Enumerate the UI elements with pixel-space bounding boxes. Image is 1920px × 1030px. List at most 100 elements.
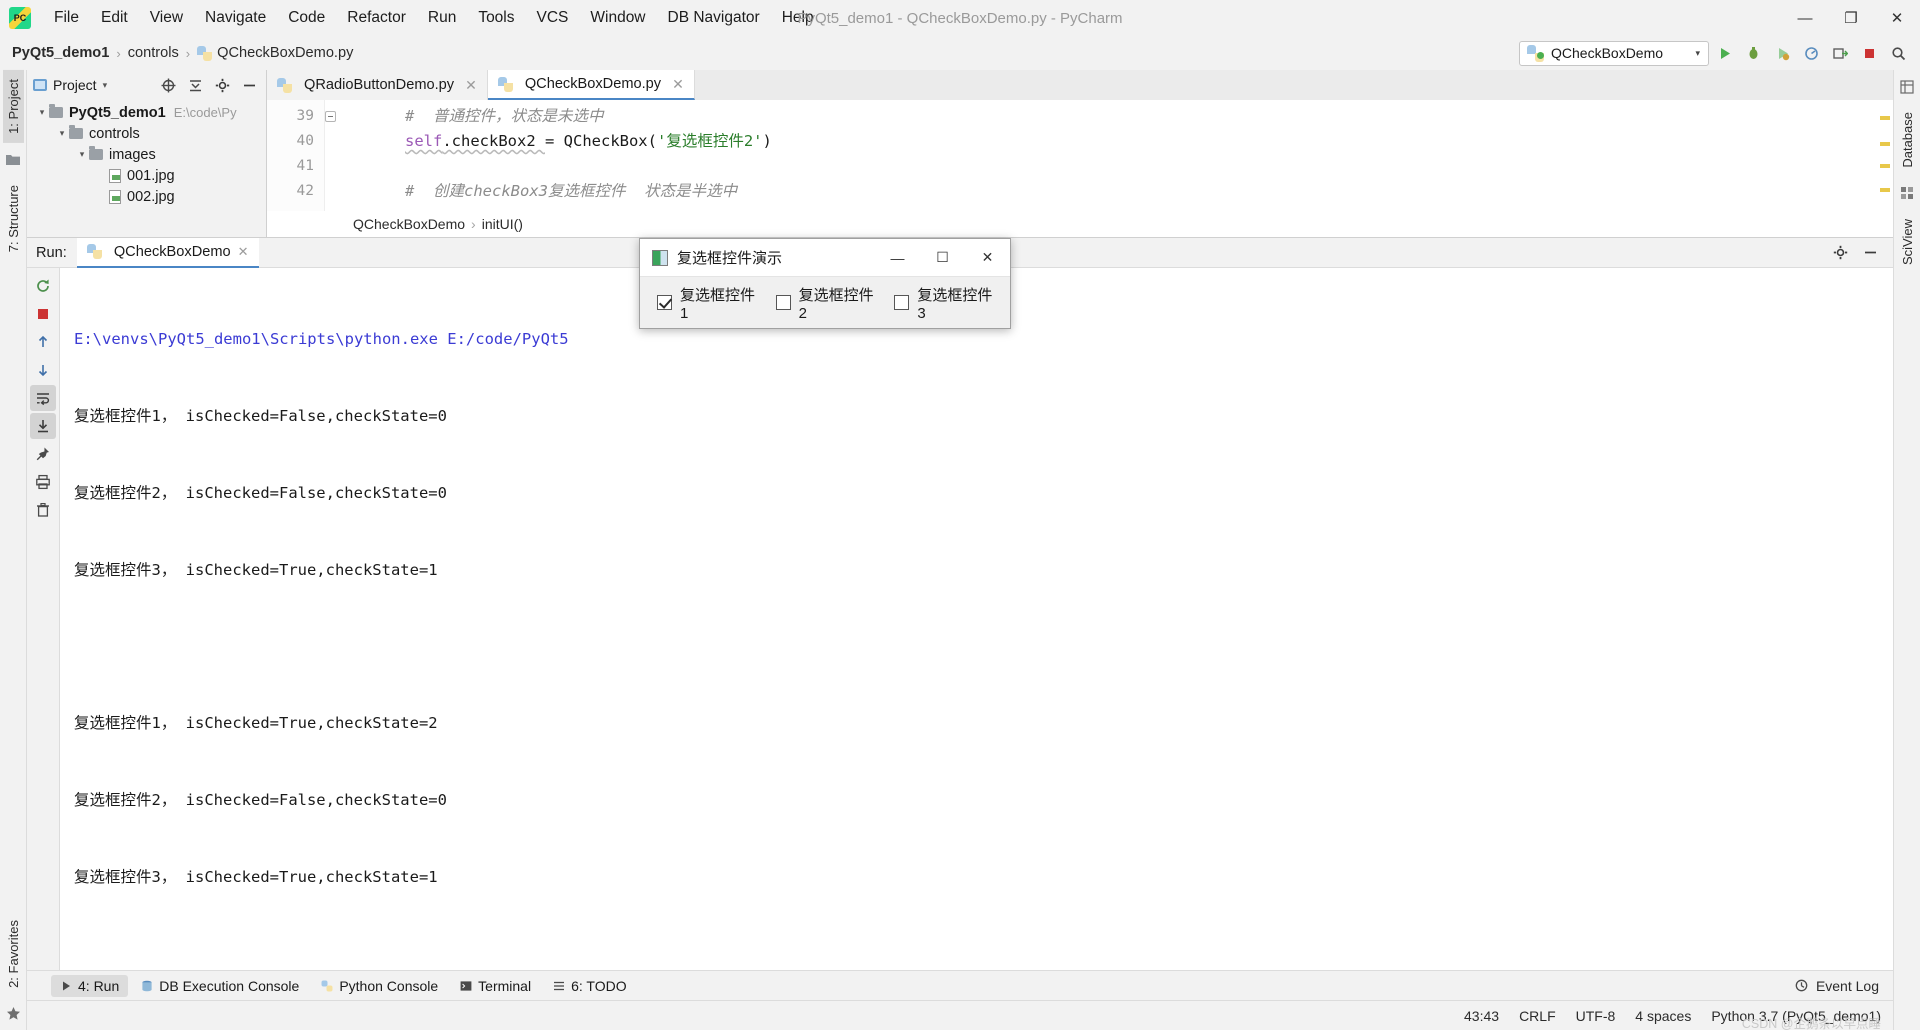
stop-icon[interactable]	[30, 301, 56, 327]
breadcrumb-class[interactable]: QCheckBoxDemo	[353, 216, 465, 232]
gear-icon[interactable]	[212, 75, 233, 96]
breadcrumb-separator: ›	[185, 45, 191, 61]
tool-button-db-execution-console[interactable]: DB Execution Console	[132, 975, 308, 997]
menu-item-tools[interactable]: Tools	[467, 5, 525, 31]
attach-to-process-button[interactable]	[1827, 40, 1854, 67]
menu-item-vcs[interactable]: VCS	[526, 5, 580, 31]
star-icon[interactable]	[3, 1003, 24, 1024]
project-title-label: Project	[53, 77, 97, 93]
soft-wrap-icon[interactable]	[30, 385, 56, 411]
tab-qradiobuttondemo[interactable]: QRadioButtonDemo.py ✕	[267, 70, 488, 100]
menu-item-view[interactable]: View	[139, 5, 194, 31]
checkbox-1[interactable]: 复选框控件1	[657, 284, 756, 322]
sidebar-item-database[interactable]: Database	[1897, 103, 1918, 177]
run-configuration-selector[interactable]: QCheckBoxDemo ▾	[1519, 40, 1709, 66]
code-text[interactable]: # 普通控件，状态是未选中 self.checkBox2 = QCheckBox…	[325, 100, 1893, 211]
tree-twisty-icon[interactable]: ▾	[75, 149, 89, 160]
dialog-close-button[interactable]: ✕	[965, 239, 1010, 277]
tab-qcheckboxdemo[interactable]: QCheckBoxDemo.py ✕	[487, 70, 695, 100]
tree-row-002jpg[interactable]: 002.jpg	[27, 186, 266, 207]
breadcrumb-project[interactable]: PyQt5_demo1	[12, 45, 109, 61]
window-close-button[interactable]: ✕	[1874, 0, 1920, 36]
run-coverage-button[interactable]	[1769, 40, 1796, 67]
close-icon[interactable]: ✕	[672, 76, 684, 93]
tree-row-project[interactable]: ▾ PyQt5_demo1 E:\code\Py	[27, 102, 266, 123]
down-arrow-icon[interactable]	[30, 357, 56, 383]
console-line: 复选框控件2， isChecked=False,checkState=0	[74, 790, 447, 809]
breadcrumb-file[interactable]: QCheckBoxDemo.py	[197, 45, 353, 61]
run-button[interactable]	[1711, 40, 1738, 67]
checkbox-3-box[interactable]	[894, 295, 910, 310]
breadcrumb-method[interactable]: initUI()	[482, 216, 523, 232]
tool-button-run[interactable]: 4: Run	[51, 974, 129, 997]
tree-twisty-icon[interactable]: ▾	[55, 128, 69, 139]
window-minimize-button[interactable]: —	[1782, 0, 1828, 36]
profile-button[interactable]	[1798, 40, 1825, 67]
rerun-icon[interactable]	[30, 273, 56, 299]
window-maximize-button[interactable]: ❐	[1828, 0, 1874, 36]
menu-item-edit[interactable]: Edit	[90, 5, 139, 31]
hide-tool-window-icon[interactable]	[239, 75, 260, 96]
hide-tool-window-icon[interactable]	[1857, 240, 1883, 266]
console-line: E:\venvs\PyQt5_demo1\Scripts\python.exe …	[74, 330, 569, 349]
close-icon[interactable]: ✕	[238, 244, 249, 260]
stop-button[interactable]	[1856, 40, 1883, 67]
checkbox-2[interactable]: 复选框控件2	[775, 284, 875, 322]
code-view[interactable]: 39 40 41 42 # 普通控件，状态是未选中 self.checkBox2…	[267, 100, 1893, 211]
tree-row-images[interactable]: ▾ images	[27, 144, 266, 165]
dialog-title-bar[interactable]: 复选框控件演示 — ☐ ✕	[640, 239, 1010, 277]
print-icon[interactable]	[30, 469, 56, 495]
menu-label: Window	[590, 9, 646, 26]
run-tab-qcheckboxdemo[interactable]: QCheckBoxDemo ✕	[76, 237, 259, 268]
collapse-all-icon[interactable]	[185, 75, 206, 96]
checkbox-2-box[interactable]	[775, 295, 791, 310]
status-line-separator[interactable]: CRLF	[1519, 1008, 1556, 1024]
status-indent[interactable]: 4 spaces	[1635, 1008, 1691, 1024]
tool-button-todo[interactable]: 6: TODO	[544, 975, 636, 997]
breadcrumb-folder[interactable]: controls	[128, 45, 179, 61]
project-tool-title[interactable]: Project ▾	[33, 77, 107, 93]
checkbox-1-box[interactable]	[657, 295, 672, 310]
fold-icon[interactable]	[325, 111, 336, 122]
menu-item-refactor[interactable]: Refactor	[336, 5, 417, 31]
menu-item-file[interactable]: File	[43, 5, 90, 31]
checkbox-3[interactable]: 复选框控件3	[894, 284, 993, 322]
tool-button-terminal[interactable]: Terminal	[451, 975, 540, 997]
tool-button-python-console[interactable]: Python Console	[312, 975, 447, 997]
database-grid-icon[interactable]	[1897, 76, 1918, 97]
menu-item-navigate[interactable]: Navigate	[194, 5, 277, 31]
close-icon[interactable]: ✕	[465, 77, 477, 94]
scroll-to-end-icon[interactable]	[30, 413, 56, 439]
menu-item-window[interactable]: Window	[579, 5, 656, 31]
sidebar-item-sciview[interactable]: SciView	[1897, 210, 1918, 274]
python-icon	[321, 980, 333, 991]
sidebar-item-structure[interactable]: 7: Structure	[3, 176, 24, 261]
gear-icon[interactable]	[1827, 240, 1853, 266]
menu-item-help[interactable]: Help	[771, 5, 825, 31]
locate-file-icon[interactable]	[158, 75, 179, 96]
dialog-minimize-button[interactable]: —	[875, 239, 920, 277]
menu-item-db-navigator[interactable]: DB Navigator	[657, 5, 771, 31]
sidebar-item-favorites[interactable]: 2: Favorites	[3, 911, 24, 997]
search-everywhere-icon[interactable]	[1885, 40, 1912, 67]
tree-row-controls[interactable]: ▾ controls	[27, 123, 266, 144]
pin-icon[interactable]	[30, 441, 56, 467]
trash-icon[interactable]	[30, 497, 56, 523]
status-bar: 43:43 CRLF UTF-8 4 spaces Python 3.7 (Py…	[27, 1000, 1893, 1030]
dialog-maximize-button[interactable]: ☐	[920, 239, 965, 277]
qt-demo-dialog[interactable]: 复选框控件演示 — ☐ ✕ 复选框控件1 复选框控件2 复选框控件3	[639, 238, 1011, 329]
run-console-output[interactable]: E:\venvs\PyQt5_demo1\Scripts\python.exe …	[60, 268, 1893, 970]
menu-item-run[interactable]: Run	[417, 5, 467, 31]
line-number: 41	[296, 158, 314, 174]
status-encoding[interactable]: UTF-8	[1576, 1008, 1616, 1024]
tree-twisty-icon[interactable]: ▾	[35, 107, 49, 118]
status-caret-position[interactable]: 43:43	[1464, 1008, 1499, 1024]
sciview-grid-icon[interactable]	[1897, 183, 1918, 204]
up-arrow-icon[interactable]	[30, 329, 56, 355]
editor-scrollbar[interactable]	[1877, 100, 1893, 211]
debug-button[interactable]	[1740, 40, 1767, 67]
event-log-button[interactable]: Event Log	[1795, 978, 1893, 994]
tree-row-001jpg[interactable]: 001.jpg	[27, 165, 266, 186]
sidebar-item-project[interactable]: 1: Project	[2, 70, 24, 143]
menu-item-code[interactable]: Code	[277, 5, 336, 31]
